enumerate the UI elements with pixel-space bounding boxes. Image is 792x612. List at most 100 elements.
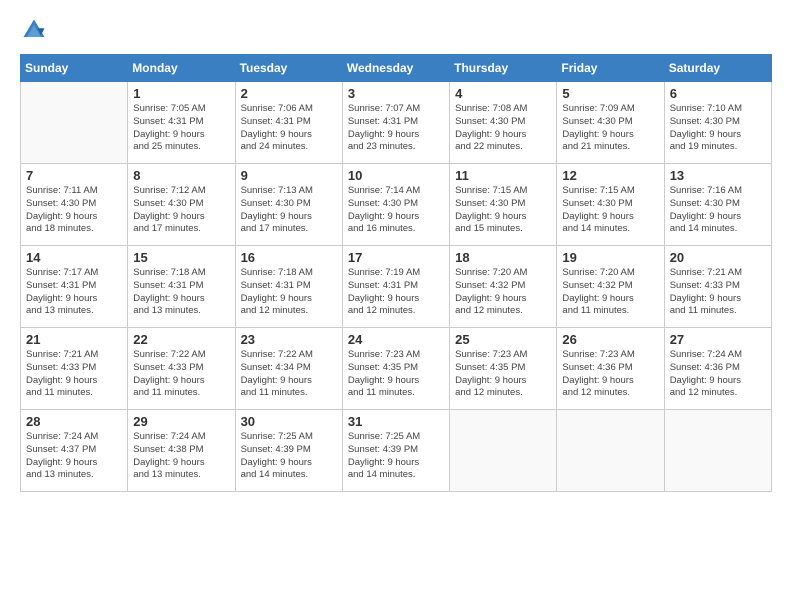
calendar-week-row: 1Sunrise: 7:05 AMSunset: 4:31 PMDaylight…	[21, 82, 772, 164]
calendar-cell: 9Sunrise: 7:13 AMSunset: 4:30 PMDaylight…	[235, 164, 342, 246]
cell-info-line: and 17 minutes.	[133, 223, 229, 236]
cell-info-line: Daylight: 9 hours	[133, 211, 229, 224]
cell-info-line: Daylight: 9 hours	[348, 375, 444, 388]
day-number: 26	[562, 332, 658, 347]
cell-info-line: Sunset: 4:30 PM	[562, 198, 658, 211]
header-row: SundayMondayTuesdayWednesdayThursdayFrid…	[21, 55, 772, 82]
header-cell-saturday: Saturday	[664, 55, 771, 82]
day-number: 31	[348, 414, 444, 429]
cell-info-line: Sunrise: 7:22 AM	[133, 349, 229, 362]
calendar-cell: 19Sunrise: 7:20 AMSunset: 4:32 PMDayligh…	[557, 246, 664, 328]
cell-info-line: Sunrise: 7:15 AM	[562, 185, 658, 198]
cell-info-line: Daylight: 9 hours	[348, 129, 444, 142]
cell-info-line: Daylight: 9 hours	[670, 211, 766, 224]
cell-info-line: Sunrise: 7:21 AM	[670, 267, 766, 280]
cell-info-line: Daylight: 9 hours	[241, 457, 337, 470]
day-number: 15	[133, 250, 229, 265]
calendar-table: SundayMondayTuesdayWednesdayThursdayFrid…	[20, 54, 772, 492]
cell-info-line: Sunrise: 7:23 AM	[562, 349, 658, 362]
cell-info-line: and 17 minutes.	[241, 223, 337, 236]
cell-info-line: and 11 minutes.	[26, 387, 122, 400]
cell-info-line: Sunrise: 7:25 AM	[241, 431, 337, 444]
calendar-week-row: 21Sunrise: 7:21 AMSunset: 4:33 PMDayligh…	[21, 328, 772, 410]
cell-info-line: Sunset: 4:31 PM	[133, 280, 229, 293]
cell-info-line: Daylight: 9 hours	[133, 375, 229, 388]
calendar-cell	[664, 410, 771, 492]
cell-info-line: Sunset: 4:34 PM	[241, 362, 337, 375]
calendar-cell: 11Sunrise: 7:15 AMSunset: 4:30 PMDayligh…	[450, 164, 557, 246]
cell-info-line: and 11 minutes.	[670, 305, 766, 318]
cell-info-line: Sunrise: 7:10 AM	[670, 103, 766, 116]
day-number: 21	[26, 332, 122, 347]
cell-info-line: Sunrise: 7:22 AM	[241, 349, 337, 362]
cell-info-line: Sunrise: 7:21 AM	[26, 349, 122, 362]
cell-info-line: Sunset: 4:39 PM	[241, 444, 337, 457]
cell-info-line: Sunrise: 7:20 AM	[455, 267, 551, 280]
calendar-cell: 22Sunrise: 7:22 AMSunset: 4:33 PMDayligh…	[128, 328, 235, 410]
cell-info-line: Sunrise: 7:09 AM	[562, 103, 658, 116]
cell-info-line: Daylight: 9 hours	[26, 457, 122, 470]
cell-info-line: Sunset: 4:32 PM	[562, 280, 658, 293]
cell-info-line: Daylight: 9 hours	[26, 211, 122, 224]
cell-info-line: and 25 minutes.	[133, 141, 229, 154]
calendar-cell: 25Sunrise: 7:23 AMSunset: 4:35 PMDayligh…	[450, 328, 557, 410]
day-number: 3	[348, 86, 444, 101]
header-cell-sunday: Sunday	[21, 55, 128, 82]
cell-info-line: and 16 minutes.	[348, 223, 444, 236]
cell-info-line: Sunset: 4:38 PM	[133, 444, 229, 457]
calendar-cell: 3 Sunrise: 7:07 AMSunset: 4:31 PMDaylight…	[342, 82, 449, 164]
cell-info-line: Sunset: 4:32 PM	[455, 280, 551, 293]
cell-info-line: Daylight: 9 hours	[455, 129, 551, 142]
day-number: 2	[241, 86, 337, 101]
calendar-cell: 29Sunrise: 7:24 AMSunset: 4:38 PMDayligh…	[128, 410, 235, 492]
cell-info-line: Daylight: 9 hours	[348, 211, 444, 224]
cell-info-line: and 23 minutes.	[348, 141, 444, 154]
calendar-cell: 15Sunrise: 7:18 AMSunset: 4:31 PMDayligh…	[128, 246, 235, 328]
cell-info-line: Sunset: 4:37 PM	[26, 444, 122, 457]
cell-info-line: Sunset: 4:31 PM	[241, 116, 337, 129]
cell-info-line: Sunrise: 7:25 AM	[348, 431, 444, 444]
cell-info-line: Sunrise: 7:07 AM	[348, 103, 444, 116]
logo-icon	[20, 16, 48, 44]
cell-info-line: and 11 minutes.	[241, 387, 337, 400]
cell-info-line: and 12 minutes.	[670, 387, 766, 400]
cell-info-line: Daylight: 9 hours	[133, 457, 229, 470]
cell-info-line: Sunset: 4:31 PM	[348, 116, 444, 129]
calendar-cell: 2Sunrise: 7:06 AMSunset: 4:31 PMDaylight…	[235, 82, 342, 164]
calendar-cell: 16Sunrise: 7:18 AMSunset: 4:31 PMDayligh…	[235, 246, 342, 328]
cell-info-line: and 19 minutes.	[670, 141, 766, 154]
day-number: 22	[133, 332, 229, 347]
calendar-cell: 1Sunrise: 7:05 AMSunset: 4:31 PMDaylight…	[128, 82, 235, 164]
calendar-cell: 30Sunrise: 7:25 AMSunset: 4:39 PMDayligh…	[235, 410, 342, 492]
header-cell-friday: Friday	[557, 55, 664, 82]
cell-info-line: Sunrise: 7:24 AM	[670, 349, 766, 362]
calendar-cell	[450, 410, 557, 492]
cell-info-line: and 14 minutes.	[241, 469, 337, 482]
day-number: 12	[562, 168, 658, 183]
cell-info-line: and 13 minutes.	[133, 469, 229, 482]
cell-info-line: Sunset: 4:30 PM	[348, 198, 444, 211]
day-number: 27	[670, 332, 766, 347]
calendar-cell	[557, 410, 664, 492]
day-number: 7	[26, 168, 122, 183]
cell-info-line: Daylight: 9 hours	[562, 129, 658, 142]
day-number: 28	[26, 414, 122, 429]
calendar-cell: 21Sunrise: 7:21 AMSunset: 4:33 PMDayligh…	[21, 328, 128, 410]
day-number: 14	[26, 250, 122, 265]
cell-info-line: Sunset: 4:30 PM	[670, 116, 766, 129]
calendar-cell: 28Sunrise: 7:24 AMSunset: 4:37 PMDayligh…	[21, 410, 128, 492]
day-number: 25	[455, 332, 551, 347]
cell-info-line: Daylight: 9 hours	[348, 293, 444, 306]
calendar-cell: 23Sunrise: 7:22 AMSunset: 4:34 PMDayligh…	[235, 328, 342, 410]
calendar-cell: 17Sunrise: 7:19 AMSunset: 4:31 PMDayligh…	[342, 246, 449, 328]
cell-info-line: and 14 minutes.	[670, 223, 766, 236]
cell-info-line: and 13 minutes.	[26, 469, 122, 482]
cell-info-line: Daylight: 9 hours	[348, 457, 444, 470]
cell-info-line: Daylight: 9 hours	[455, 375, 551, 388]
cell-info-line: Sunset: 4:30 PM	[455, 116, 551, 129]
cell-info-line: Daylight: 9 hours	[670, 129, 766, 142]
day-number: 19	[562, 250, 658, 265]
cell-info-line: Daylight: 9 hours	[670, 375, 766, 388]
day-number: 17	[348, 250, 444, 265]
calendar-cell: 26Sunrise: 7:23 AMSunset: 4:36 PMDayligh…	[557, 328, 664, 410]
